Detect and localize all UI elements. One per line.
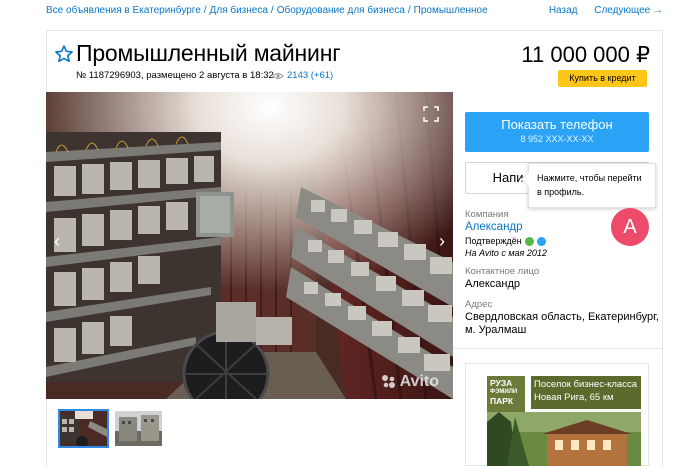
main-photo[interactable]: ‹ › Avito [46,92,453,399]
member-since: На Avito с мая 2012 [465,248,547,258]
favorite-star-icon[interactable] [54,44,74,64]
show-phone-button[interactable]: Показать телефон 8 952 XXX-XX-XX [465,112,649,152]
views-count: 2143 (+61) [287,70,334,81]
listing-meta: № 1187296903, размещено 2 августа в 18:3… [76,70,274,81]
verified-status: Подтверждён [465,236,546,246]
buy-on-credit-button[interactable]: Купить в кредит [558,70,647,87]
breadcrumb-separator: / [203,5,207,16]
ad-headline-line-2: Новая Рига, 65 км [534,392,614,403]
views-counter: 2143 (+61) [272,70,333,81]
back-link[interactable]: Назад [549,5,578,16]
ad-logo-line: ПАРК [490,396,514,406]
ad-headline-line-1: Поселок бизнес-класса [534,379,637,390]
avito-logo-icon [381,375,395,388]
expand-icon[interactable] [423,106,439,122]
phone-number-masked: 8 952 XXX-XX-XX [520,134,594,144]
phone-verified-icon [524,236,534,246]
breadcrumb-item-business[interactable]: Для бизнеса [210,5,268,16]
listing-pager: Назад Следующее → [535,5,663,16]
verified-text: Подтверждён [465,236,522,246]
eye-icon [272,72,284,79]
avito-watermark: Avito [381,373,439,391]
email-verified-icon [536,236,546,246]
breadcrumb: Все объявления в Екатеринбурге / Для бизне… [46,5,488,16]
ad-image [487,412,641,466]
ad-logo-line: ФЭМИЛИ [490,389,518,395]
show-phone-label: Показать телефон [501,117,613,132]
seller-company-link[interactable]: Александр [465,221,523,233]
ad-logo-line: РУЗА [490,378,513,388]
photo-thumbnails [58,409,162,448]
thumbnail-1[interactable] [58,409,109,448]
address-line-1: Свердловская область, Екатеринбург, [465,311,659,323]
breadcrumb-item-industrial[interactable]: Промышленное [414,5,488,16]
profile-tooltip: Нажмите, чтобы перейти в профиль. [528,163,656,208]
contact-person-label: Контактное лицо [465,266,540,277]
listing-title: Промышленный майнинг [76,40,341,66]
thumbnail-2[interactable] [115,411,162,446]
ad-logo: РУЗА ФЭМИЛИ ПАРК [487,376,525,412]
sidebar-divider [453,348,663,349]
breadcrumb-item-all-ads[interactable]: Все объявления в Екатеринбурге [46,5,201,16]
contact-person-name: Александр [465,278,521,290]
next-photo-button[interactable]: › [435,232,449,250]
ad-headline: Поселок бизнес-класса Новая Рига, 65 км [531,376,641,409]
watermark-text: Avito [399,373,439,390]
prev-photo-button[interactable]: ‹ [50,232,64,250]
address-label: Адрес [465,299,493,310]
next-link[interactable]: Следующее → [594,5,663,16]
seller-avatar[interactable]: A [611,208,649,246]
breadcrumb-separator: / [407,5,411,16]
breadcrumb-separator: / [270,5,274,16]
address-line-2: м. Уралмаш [465,324,527,336]
listing-price: 11 000 000 ₽ [521,42,650,67]
breadcrumb-item-equipment[interactable]: Оборудование для бизнеса [277,5,405,16]
company-label: Компания [465,209,509,220]
mining-farm-photo [46,92,453,399]
